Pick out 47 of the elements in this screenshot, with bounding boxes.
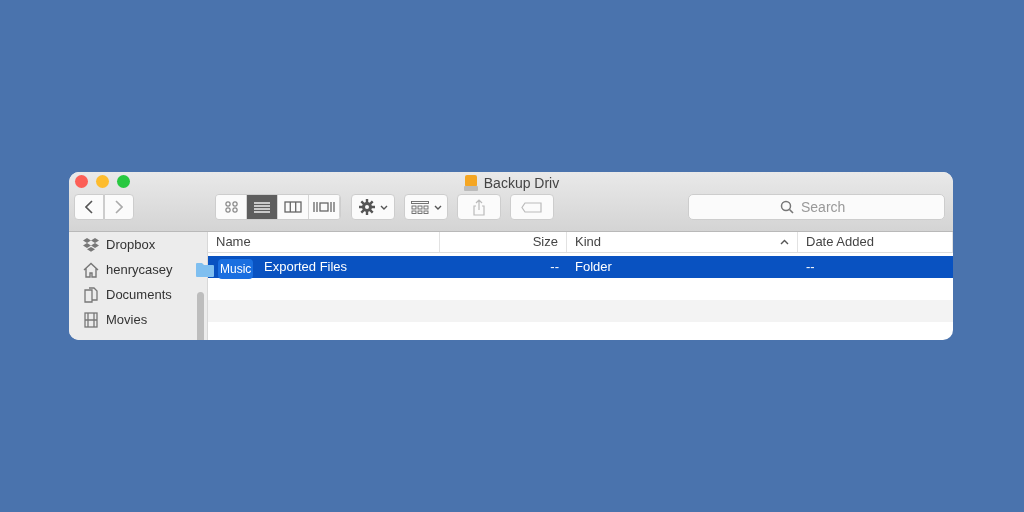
column-view-icon xyxy=(284,201,302,213)
house-icon xyxy=(83,261,99,278)
gallery-view-icon xyxy=(313,201,335,213)
action-menu-button[interactable] xyxy=(351,194,395,220)
dropbox-icon xyxy=(83,236,99,253)
share-icon xyxy=(473,198,485,216)
sidebar-item[interactable]: Movies xyxy=(83,307,148,332)
sidebar-item[interactable]: Documents xyxy=(83,282,172,307)
column-header[interactable]: Date Added xyxy=(798,232,953,252)
tag-button[interactable] xyxy=(510,194,554,220)
forward-button[interactable] xyxy=(104,194,134,220)
film-icon xyxy=(83,311,99,328)
view-mode-button[interactable] xyxy=(216,195,247,219)
table-cell-text: Folder xyxy=(575,257,612,276)
search-field[interactable]: Search xyxy=(688,194,945,220)
list-view-icon xyxy=(254,200,270,214)
icon-view-icon xyxy=(224,201,238,213)
back-button[interactable] xyxy=(74,194,104,220)
back-chevron-icon xyxy=(85,200,93,214)
zoom-button[interactable] xyxy=(117,175,130,188)
search-icon xyxy=(780,200,794,214)
column-header[interactable]: Kind xyxy=(567,232,798,252)
minimize-button[interactable] xyxy=(96,175,109,188)
view-mode-control[interactable] xyxy=(215,194,341,220)
sidebar-item[interactable]: Dropbox xyxy=(83,232,156,257)
share-button[interactable] xyxy=(457,194,501,220)
gear-icon xyxy=(358,199,375,215)
grid-icon xyxy=(410,200,429,214)
caret-icon xyxy=(433,204,442,210)
group-menu-button[interactable] xyxy=(404,194,448,220)
sidebar-item[interactable]: henrycasey xyxy=(83,257,173,282)
close-button[interactable] xyxy=(75,175,88,188)
view-mode-button[interactable] xyxy=(247,195,278,219)
forward-chevron-icon xyxy=(115,200,123,214)
view-mode-button[interactable] xyxy=(309,195,340,219)
table-cell-text: Exported Files xyxy=(264,257,348,276)
view-mode-button[interactable] xyxy=(278,195,309,219)
column-header[interactable]: Size xyxy=(440,232,567,252)
caret-icon xyxy=(379,204,388,210)
scrollbar-thumb[interactable] xyxy=(197,292,204,340)
window-title: Backup Driv xyxy=(483,173,560,193)
tag-icon xyxy=(521,201,543,213)
table-cell-text: -- xyxy=(806,257,815,276)
documents-icon xyxy=(83,286,99,303)
table-cell-text: -- xyxy=(550,257,559,276)
drag-label: Music xyxy=(218,259,254,279)
column-header[interactable]: Name xyxy=(208,232,440,252)
